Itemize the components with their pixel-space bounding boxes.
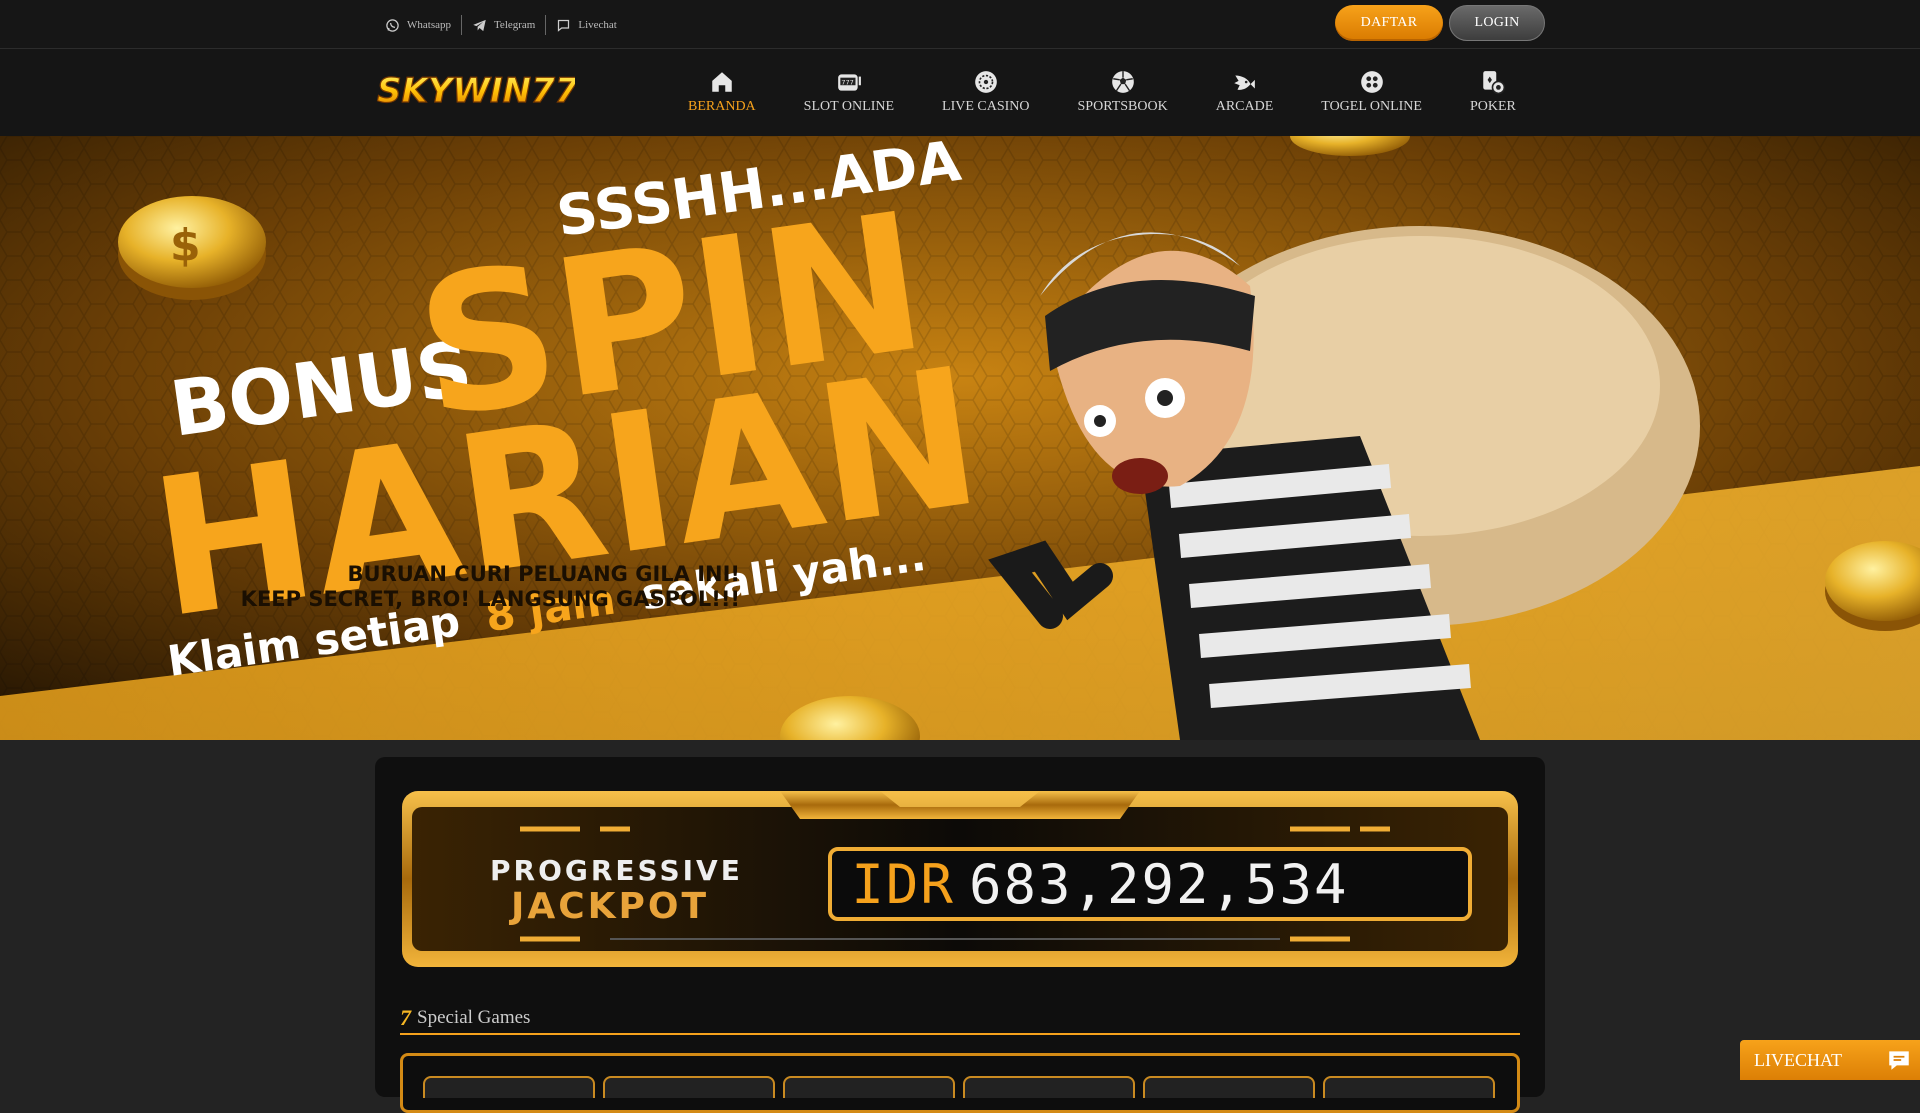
livechat-link-label: Livechat bbox=[578, 19, 617, 31]
nav-menu: BERANDA 777 SLOT ONLINE LIVE CASINO SPOR… bbox=[664, 69, 1540, 115]
telegram-icon bbox=[473, 19, 486, 31]
jackpot-currency: IDR bbox=[851, 853, 955, 916]
register-button[interactable]: DAFTAR bbox=[1335, 5, 1443, 41]
contact-links: Whatsapp Telegram Livechat bbox=[385, 15, 627, 35]
nav-label: SPORTSBOOK bbox=[1077, 99, 1168, 114]
jackpot-label-line1: PROGRESSIVE bbox=[490, 854, 743, 887]
top-bar: Whatsapp Telegram Livechat DAFTAR LOGIN bbox=[0, 0, 1920, 49]
progressive-jackpot-box: PROGRESSIVE JACKPOT IDR 683,292,534 bbox=[400, 789, 1520, 969]
game-card[interactable] bbox=[603, 1076, 775, 1098]
nav-label: TOGEL ONLINE bbox=[1321, 99, 1422, 114]
svg-text:$: $ bbox=[170, 220, 201, 271]
roulette-icon bbox=[974, 71, 997, 93]
slot-machine-icon: 777 bbox=[838, 74, 861, 91]
livechat-widget[interactable]: LIVECHAT bbox=[1740, 1040, 1920, 1080]
soccer-ball-icon bbox=[1111, 71, 1134, 93]
nav-item-beranda[interactable]: BERANDA bbox=[664, 69, 780, 115]
jackpot-amount: IDR 683,292,534 bbox=[840, 853, 1360, 916]
nav-label: BERANDA bbox=[688, 99, 756, 114]
seven-icon: 7 bbox=[400, 1005, 411, 1030]
game-card[interactable] bbox=[1323, 1076, 1495, 1098]
jackpot-label-line2: JACKPOT bbox=[510, 886, 710, 927]
poker-chip-icon bbox=[1483, 71, 1506, 95]
nav-label: SLOT ONLINE bbox=[803, 99, 895, 114]
nav-item-sportsbook[interactable]: SPORTSBOOK bbox=[1054, 69, 1192, 115]
telegram-label: Telegram bbox=[493, 19, 536, 31]
nav-item-poker[interactable]: POKER bbox=[1446, 69, 1540, 115]
game-card[interactable] bbox=[783, 1076, 955, 1098]
jackpot-value: 683,292,534 bbox=[968, 853, 1349, 916]
auth-buttons: DAFTAR LOGIN bbox=[1335, 5, 1545, 41]
game-card[interactable] bbox=[1143, 1076, 1315, 1098]
svg-text:SKYWIN77: SKYWIN77 bbox=[377, 71, 575, 110]
livechat-link[interactable]: Livechat bbox=[545, 15, 626, 35]
telegram-link[interactable]: Telegram bbox=[460, 15, 545, 35]
lottery-balls-icon bbox=[1360, 71, 1383, 93]
nav-label: POKER bbox=[1469, 99, 1516, 114]
jackpot-label: PROGRESSIVE JACKPOT bbox=[490, 853, 743, 927]
svg-text:KEEP SECRET, BRO! LANGSUNG GAS: KEEP SECRET, BRO! LANGSUNG GASPOL!!! bbox=[241, 587, 740, 611]
main-navbar: SKYWIN77 BERANDA 777 SLOT ONLINE LIVE CA… bbox=[0, 49, 1920, 136]
nav-item-live-casino[interactable]: LIVE CASINO bbox=[918, 69, 1054, 115]
login-button[interactable]: LOGIN bbox=[1449, 5, 1545, 41]
skywin77-logo[interactable]: SKYWIN77 bbox=[375, 68, 575, 110]
whatsapp-link[interactable]: Whatsapp bbox=[385, 15, 461, 35]
special-games-header: 7 Special Games bbox=[400, 1003, 1520, 1035]
chat-bubble-icon bbox=[1889, 1051, 1909, 1070]
fish-icon bbox=[1234, 75, 1256, 90]
game-card[interactable] bbox=[423, 1076, 595, 1098]
nav-label: LIVE CASINO bbox=[942, 99, 1030, 114]
nav-item-slot-online[interactable]: 777 SLOT ONLINE bbox=[780, 69, 918, 115]
whatsapp-icon bbox=[386, 18, 399, 32]
nav-label: ARCADE bbox=[1215, 99, 1274, 114]
nav-item-togel-online[interactable]: TOGEL ONLINE bbox=[1297, 69, 1446, 115]
promo-banner[interactable]: $ SSSHH...ADA BONUS SPIN HARIAN Klaim se… bbox=[0, 136, 1920, 740]
special-games-title: Special Games bbox=[417, 1007, 531, 1028]
special-games-strip bbox=[400, 1053, 1520, 1113]
home-icon bbox=[712, 72, 732, 92]
whatsapp-label: Whatsapp bbox=[407, 19, 451, 31]
nav-item-arcade[interactable]: ARCADE bbox=[1192, 69, 1298, 115]
promo-banner-art: $ SSSHH...ADA BONUS SPIN HARIAN Klaim se… bbox=[0, 136, 1920, 740]
game-card[interactable] bbox=[963, 1076, 1135, 1098]
livechat-widget-label: LIVECHAT bbox=[1754, 1049, 1842, 1070]
gold-coin-icon: $ bbox=[118, 196, 266, 300]
content-panel: PROGRESSIVE JACKPOT IDR 683,292,534 7 Spe… bbox=[375, 757, 1545, 1113]
svg-text:BURUAN CURI PELUANG GILA INI!: BURUAN CURI PELUANG GILA INI! bbox=[348, 562, 740, 586]
svg-text:777: 777 bbox=[841, 79, 853, 87]
chat-bubble-icon bbox=[558, 19, 570, 32]
